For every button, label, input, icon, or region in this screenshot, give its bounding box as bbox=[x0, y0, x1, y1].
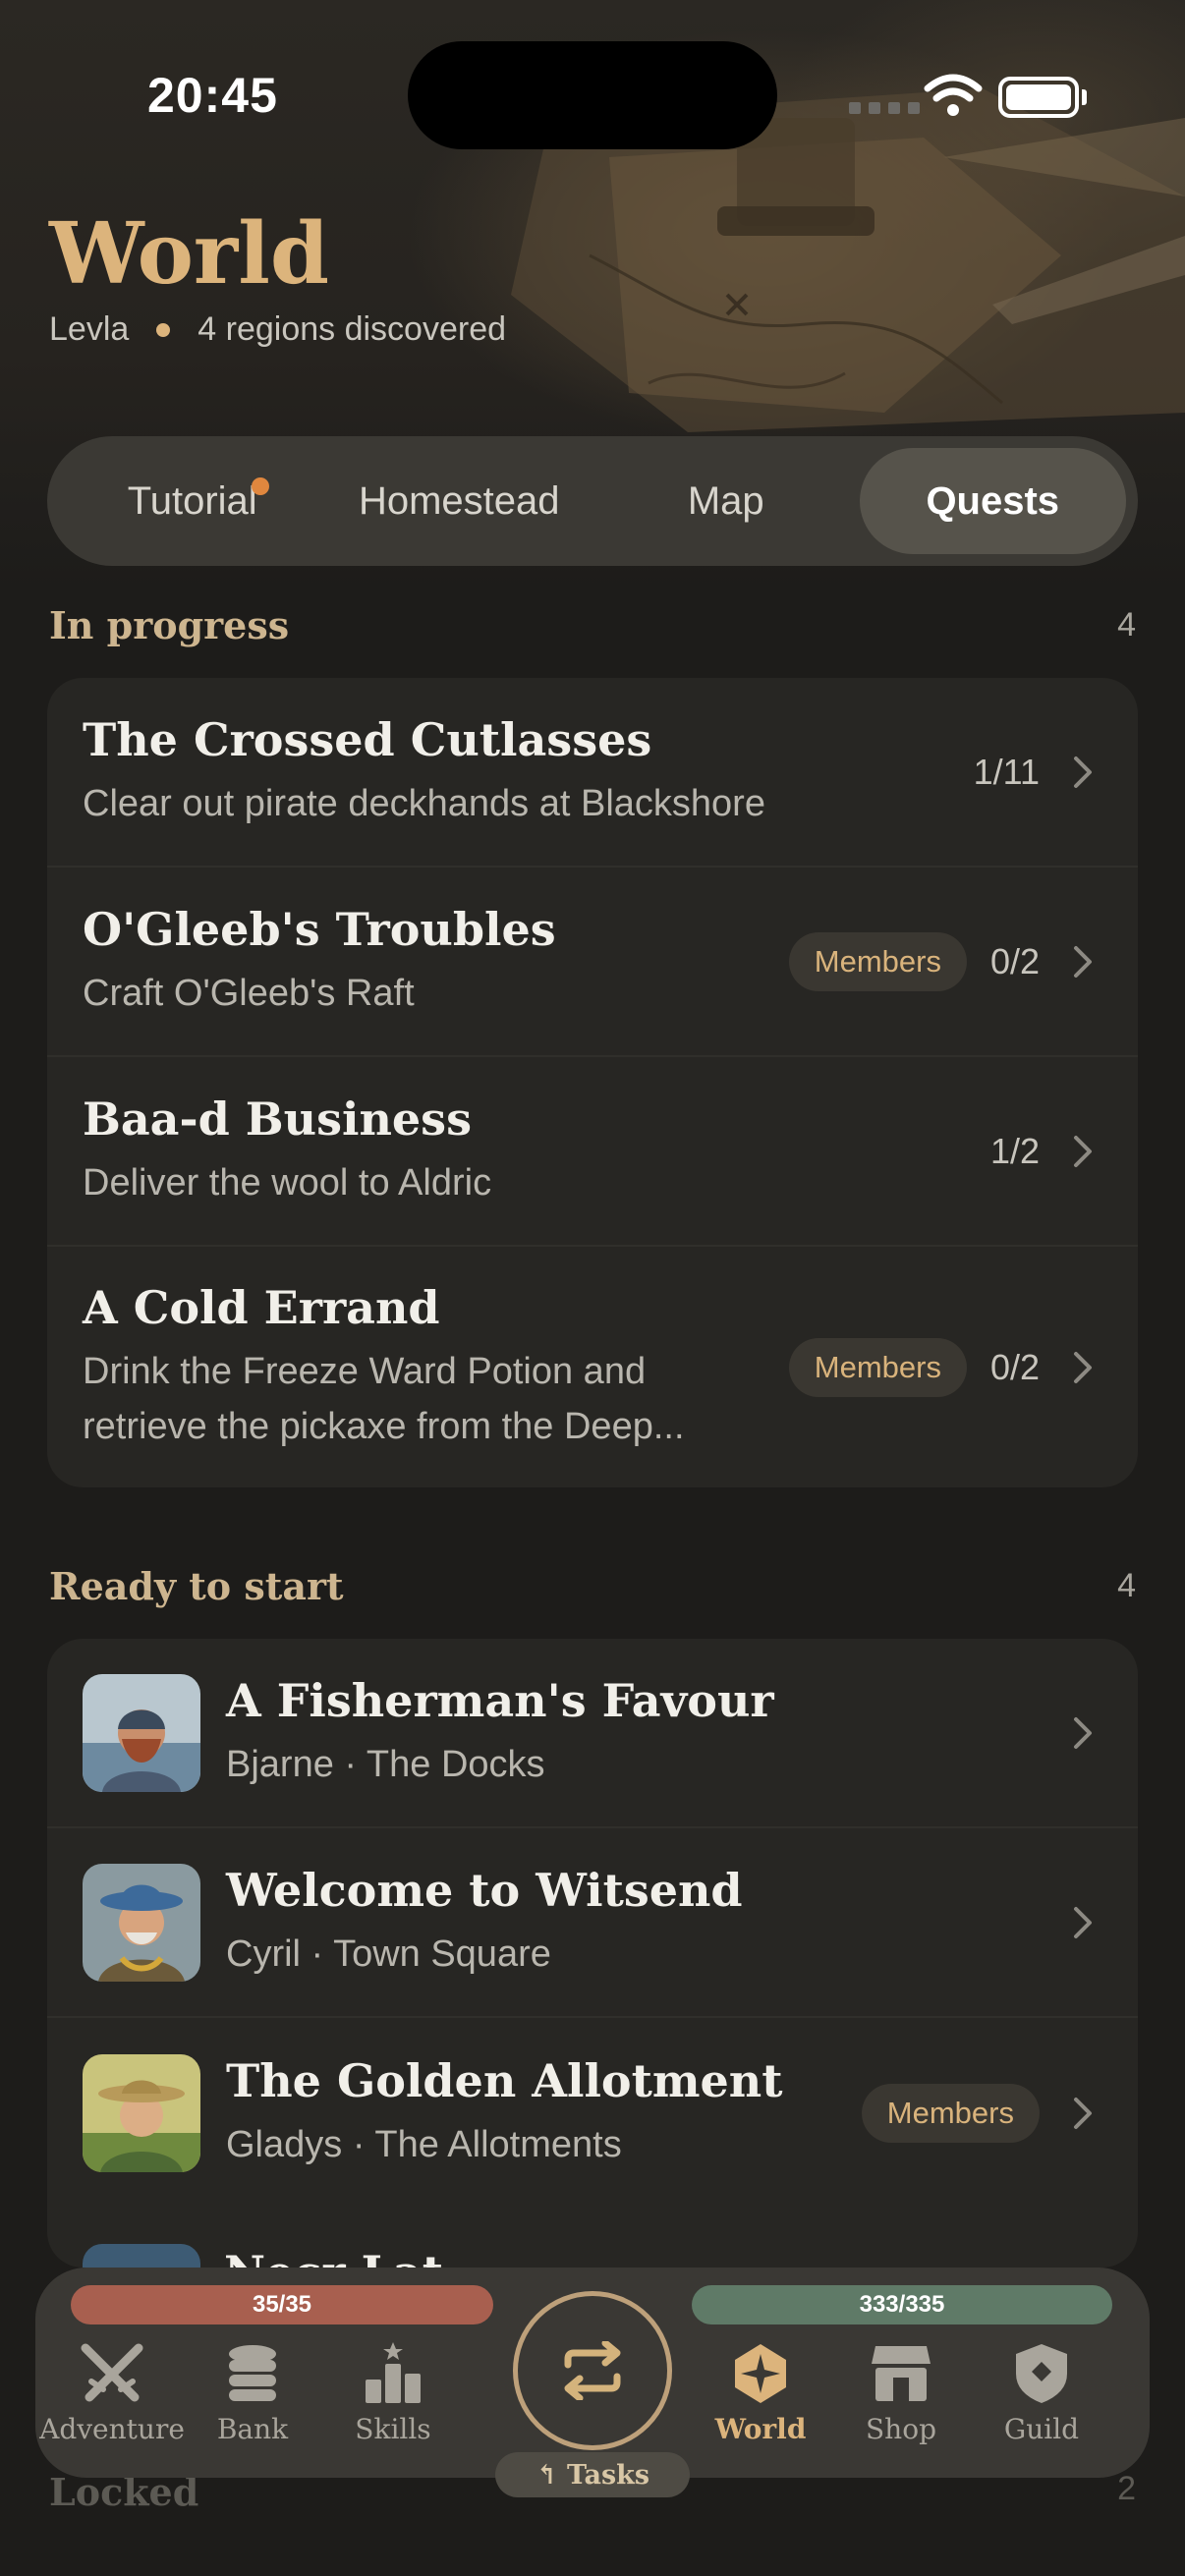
mayor-portrait bbox=[83, 1863, 200, 1982]
tasks-button[interactable] bbox=[513, 2291, 672, 2450]
coin-stack-icon bbox=[229, 2345, 276, 2401]
quest-title: A Fisherman's Favour bbox=[226, 1673, 774, 1727]
members-badge: Members bbox=[861, 2083, 1040, 2143]
in-progress-header: In progress 4 bbox=[49, 603, 1136, 647]
quest-title: The Crossed Cutlasses bbox=[83, 712, 652, 766]
repeat-arrows-icon bbox=[564, 2341, 621, 2400]
tab-homestead[interactable]: Homestead bbox=[326, 448, 593, 554]
compass-star-icon bbox=[735, 2344, 786, 2403]
battery-nub bbox=[1082, 89, 1087, 105]
nav-label: Bank bbox=[216, 2413, 289, 2445]
members-badge: Members bbox=[788, 931, 967, 991]
nav-bank[interactable]: Bank bbox=[184, 2342, 321, 2445]
quest-description: Drink the Freeze Ward Potion and retriev… bbox=[83, 1350, 685, 1447]
quest-row[interactable]: Baa-d Business Deliver the wool to Aldri… bbox=[47, 1057, 1138, 1247]
chevron-right-icon bbox=[1063, 2094, 1102, 2133]
tab-quests[interactable]: Quests bbox=[859, 448, 1126, 554]
quest-title: O'Gleeb's Troubles bbox=[83, 902, 556, 956]
notification-dot bbox=[252, 477, 269, 495]
quest-giver-location: Gladys · The Allotments bbox=[226, 2123, 622, 2165]
tab-tutorial[interactable]: Tutorial bbox=[59, 448, 326, 554]
nav-label: Shop bbox=[866, 2413, 936, 2445]
cellular-signal-icon bbox=[849, 102, 920, 114]
nav-shop[interactable]: Shop bbox=[832, 2342, 970, 2445]
nav-guild[interactable]: Guild bbox=[973, 2342, 1110, 2445]
status-time: 20:45 bbox=[147, 68, 278, 123]
quest-title: Welcome to Witsend bbox=[226, 1863, 743, 1917]
quest-row[interactable]: The Crossed Cutlasses Clear out pirate d… bbox=[47, 678, 1138, 868]
nav-adventure[interactable]: Adventure bbox=[39, 2342, 185, 2445]
shield-icon bbox=[1016, 2344, 1067, 2403]
quest-row[interactable]: Welcome to Witsend Cyril · Town Square bbox=[47, 1828, 1138, 2018]
player-name: Levla bbox=[49, 310, 130, 348]
tab-tutorial-label: Tutorial bbox=[127, 478, 257, 523]
farmer-portrait bbox=[83, 2053, 200, 2172]
quest-row[interactable]: A Fisherman's Favour Bjarne · The Docks bbox=[47, 1639, 1138, 1828]
section-title: Ready to start bbox=[49, 1564, 344, 1608]
quest-progress: 0/2 bbox=[989, 940, 1040, 981]
quest-giver-location: Bjarne · The Docks bbox=[226, 1743, 545, 1785]
quest-progress: 0/2 bbox=[989, 1346, 1040, 1387]
section-count: 4 bbox=[1117, 1567, 1136, 1604]
nav-world[interactable]: World bbox=[692, 2342, 829, 2445]
battery-icon bbox=[998, 77, 1079, 118]
nav-label: World bbox=[714, 2413, 807, 2445]
ready-header: Ready to start 4 bbox=[49, 1564, 1136, 1608]
tab-quests-label: Quests bbox=[926, 478, 1060, 523]
header-subtitle: Levla 4 regions discovered bbox=[49, 310, 506, 349]
partial-quest-title: Necr Lat bbox=[224, 2246, 443, 2268]
chevron-right-icon bbox=[1063, 942, 1102, 981]
quest-title: The Golden Allotment bbox=[226, 2053, 783, 2107]
crossed-swords-icon bbox=[81, 2343, 143, 2402]
nav-label: Adventure bbox=[39, 2413, 185, 2445]
tab-homestead-label: Homestead bbox=[358, 478, 560, 523]
tab-map-label: Map bbox=[687, 478, 764, 523]
quest-description: Clear out pirate deckhands at Blackshore bbox=[83, 782, 765, 824]
ready-list: A Fisherman's Favour Bjarne · The Docks … bbox=[47, 1639, 1138, 2268]
wifi-icon bbox=[924, 73, 983, 123]
dynamic-island bbox=[408, 41, 777, 149]
nav-skills[interactable]: Skills bbox=[324, 2342, 462, 2445]
storefront-icon bbox=[872, 2346, 931, 2401]
energy-bar: 333/335 bbox=[692, 2285, 1112, 2324]
tasks-label[interactable]: ↰ Tasks bbox=[495, 2452, 690, 2497]
quest-row[interactable]: The Golden Allotment Gladys · The Allotm… bbox=[47, 2018, 1138, 2208]
partial-portrait bbox=[83, 2244, 200, 2268]
quest-progress: 1/2 bbox=[989, 1130, 1040, 1171]
bottom-nav: 35/35 333/335 Adventure Bank Skills ↰ Ta… bbox=[35, 2268, 1150, 2497]
podium-icon bbox=[366, 2342, 421, 2403]
quest-progress: 1/11 bbox=[973, 751, 1040, 792]
members-badge: Members bbox=[788, 1337, 967, 1397]
quest-giver-location: Cyril · Town Square bbox=[226, 1932, 551, 1975]
chevron-right-icon bbox=[1063, 753, 1102, 792]
quest-row[interactable]: O'Gleeb's Troubles Craft O'Gleeb's Raft … bbox=[47, 868, 1138, 1057]
section-count: 2 bbox=[1117, 2470, 1136, 2507]
regions-discovered: 4 regions discovered bbox=[198, 310, 507, 348]
health-bar: 35/35 bbox=[71, 2285, 493, 2324]
separator-dot bbox=[156, 322, 171, 337]
quest-description: Deliver the wool to Aldric bbox=[83, 1161, 492, 1204]
chevron-right-icon bbox=[1063, 1132, 1102, 1171]
section-title: In progress bbox=[49, 603, 290, 647]
quest-title: Baa-d Business bbox=[83, 1092, 472, 1146]
nav-label: Skills bbox=[355, 2413, 431, 2445]
chevron-right-icon bbox=[1063, 1903, 1102, 1942]
tab-map[interactable]: Map bbox=[592, 448, 860, 554]
nav-label: Guild bbox=[1003, 2413, 1080, 2445]
chevron-right-icon bbox=[1063, 1348, 1102, 1387]
world-tabs: Tutorial Homestead Map Quests bbox=[47, 436, 1138, 566]
section-count: 4 bbox=[1117, 606, 1136, 644]
chevron-right-icon bbox=[1063, 1713, 1102, 1753]
fisherman-portrait bbox=[83, 1673, 200, 1792]
quest-row[interactable]: A Cold Errand Drink the Freeze Ward Poti… bbox=[47, 1247, 1138, 1487]
quest-title: A Cold Errand bbox=[83, 1280, 440, 1334]
in-progress-list: The Crossed Cutlasses Clear out pirate d… bbox=[47, 678, 1138, 1487]
page-title: World bbox=[49, 204, 330, 304]
quest-description: Craft O'Gleeb's Raft bbox=[83, 972, 415, 1014]
